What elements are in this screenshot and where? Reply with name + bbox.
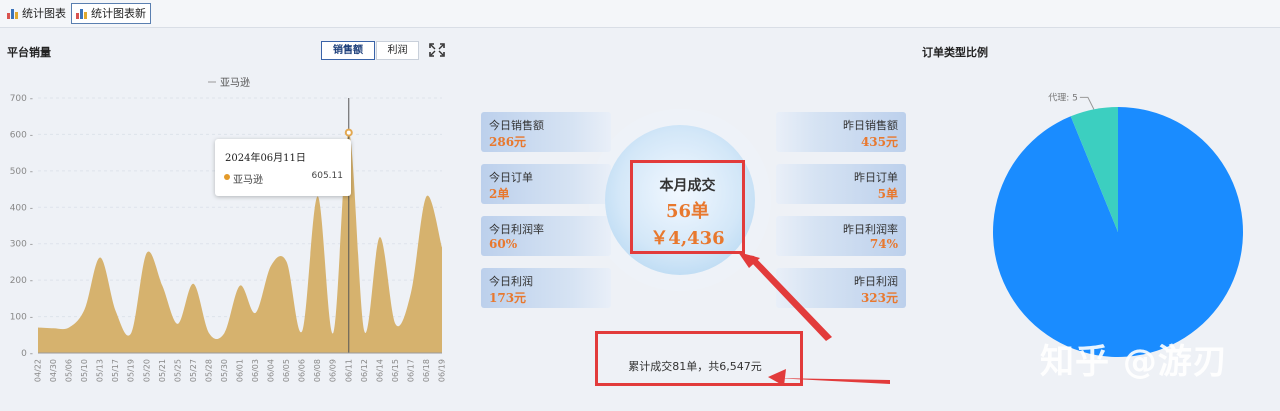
order-type-title: 订单类型比例 — [922, 46, 988, 59]
annotation-arrow — [740, 254, 832, 341]
annotation-arrow — [768, 369, 786, 386]
watermark: 知乎 @游刃 — [1040, 342, 1228, 382]
order-type-pie-chart: 代理: 5 — [993, 92, 1243, 357]
pie-label-line — [1079, 96, 1095, 110]
pie-label: 代理: 5 — [1048, 92, 1078, 103]
annotation-arrow — [774, 378, 890, 384]
